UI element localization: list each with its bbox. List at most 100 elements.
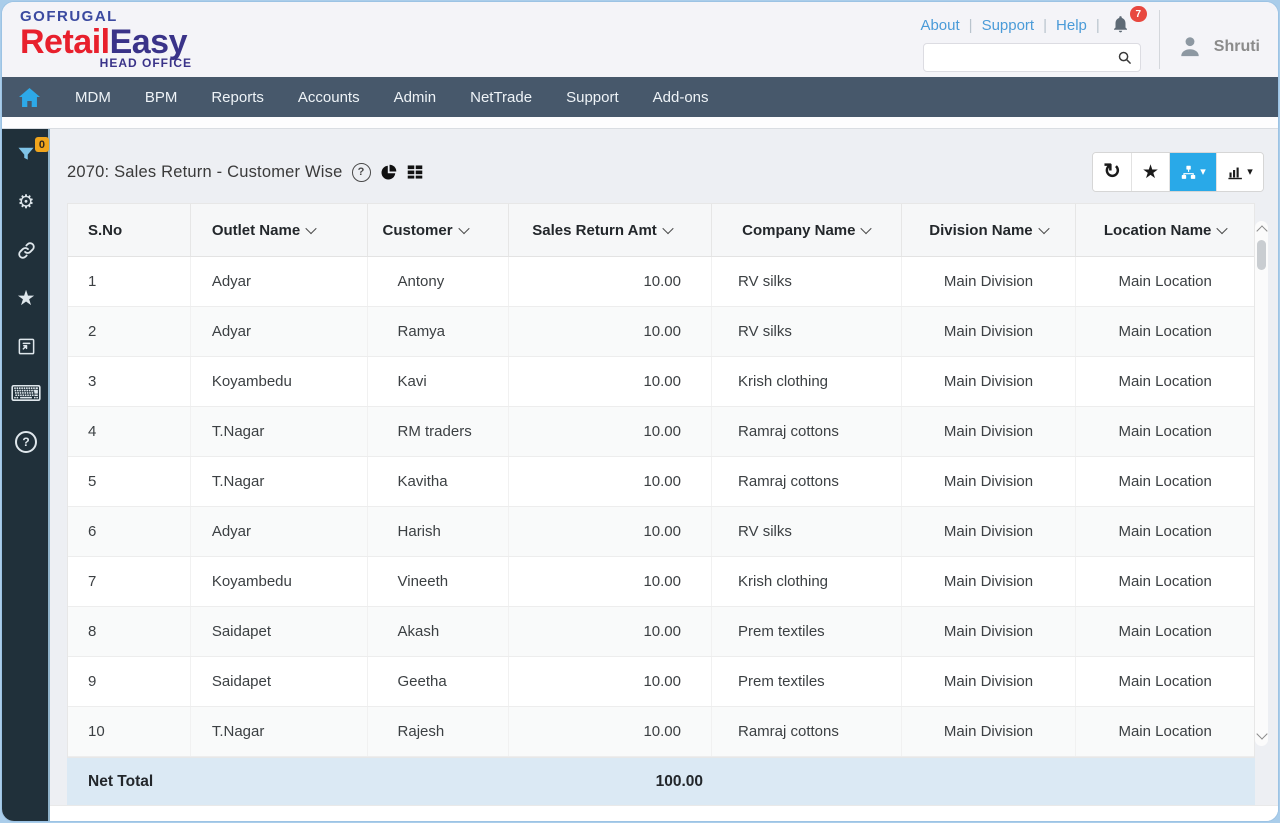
column-label: Outlet Name [211,221,301,239]
header-link-support[interactable]: Support [982,17,1035,34]
refresh-button[interactable]: ↻ [1093,153,1131,191]
table-grid-icon[interactable] [406,164,424,180]
table-cell: Main Division [902,707,1077,756]
table-cell: Ramraj cottons [712,457,902,506]
table-cell: Adyar [191,507,368,556]
table-cell: Koyambedu [191,557,368,606]
link-icon [17,241,35,259]
table-cell: 10.00 [509,607,712,656]
scroll-up-icon[interactable] [1255,225,1268,237]
global-search[interactable] [922,43,1141,72]
table-cell: RV silks [712,507,902,556]
user-menu[interactable]: Shruti [1176,2,1260,77]
table-scrollbar[interactable] [1255,221,1268,746]
nav-item-bpm[interactable]: BPM [145,89,178,106]
favorites-button[interactable]: ★ [15,287,37,310]
table-cell: RV silks [712,257,902,306]
home-button[interactable] [18,87,41,108]
column-dropdown-icon[interactable] [662,222,674,235]
column-label: Customer [382,221,453,239]
nav-item-admin[interactable]: Admin [394,89,437,106]
search-input[interactable] [931,48,1117,67]
column-dropdown-icon[interactable] [457,222,470,235]
table-cell: 5 [68,457,191,506]
table-cell: Saidapet [191,657,368,706]
table-cell: Main Division [902,257,1077,306]
table-cell: Main Division [902,357,1077,406]
nav-item-nettrade[interactable]: NetTrade [470,89,532,106]
table-row[interactable]: 6 Adyar Harish 10.00 RV silks Main Division Ma… [68,507,1254,557]
column-dropdown-icon[interactable] [305,222,317,235]
table-cell: Geetha [368,657,510,706]
filter-button[interactable]: 0 [15,137,49,165]
table-cell: Akash [368,607,510,656]
scrollbar-thumb[interactable] [1257,240,1266,270]
column-dropdown-icon[interactable] [1037,222,1050,235]
table-row[interactable]: 2 Adyar Ramya 10.00 RV silks Main Division Mai… [68,307,1254,357]
nav-item-support[interactable]: Support [566,89,619,106]
table-cell: Adyar [191,307,368,356]
chart-view-button[interactable]: ▾ [1216,153,1263,191]
pie-chart-icon[interactable] [380,164,397,181]
table-row[interactable]: 1 Adyar Antony 10.00 RV silks Main Division Ma… [68,257,1254,307]
table-cell: Saidapet [191,607,368,656]
keyboard-button[interactable]: ⌨ [10,381,42,406]
search-icon[interactable] [1117,49,1132,66]
table-cell: 1 [68,257,191,306]
report-help-icon[interactable]: ? [351,162,371,182]
logo-brand-text: GOFRUGAL [20,8,118,25]
hierarchy-view-button[interactable]: ▾ [1169,153,1216,191]
column-label: Division Name [929,221,1033,239]
settings-button[interactable]: ⚙ [15,191,37,213]
bar-chart-icon [1228,167,1243,179]
table-cell: Main Location [1118,523,1212,540]
table-row[interactable]: 4 T.Nagar RM traders 10.00 Ramraj cottons Mai… [68,407,1254,457]
nav-substrip [2,117,1278,129]
table-cell: Prem textiles [712,657,902,706]
user-name: Shruti [1213,37,1260,55]
column-label: Company Name [742,221,856,239]
column-header-location-name: Location Name [1076,204,1254,256]
help-button[interactable]: ? [15,431,37,453]
table-row[interactable]: 5 T.Nagar Kavitha 10.00 Ramraj cottons Main D… [68,457,1254,507]
table-cell: Main Location [1118,573,1212,590]
header-link-about[interactable]: About [920,17,959,34]
caret-down-icon: ▾ [1247,165,1253,178]
link-button[interactable] [15,239,37,261]
table-cell: Kavitha [368,457,510,506]
table-cell: Krish clothing [712,357,902,406]
column-dropdown-icon[interactable] [1216,222,1229,235]
table-cell: Main Division [902,457,1077,506]
main-content: 2070: Sales Return - Customer Wise ? ↻ ★… [50,129,1278,821]
nav-item-mdm[interactable]: MDM [75,89,111,106]
scroll-down-icon[interactable] [1255,728,1268,740]
filter-badge: 0 [34,137,49,152]
column-label: Sales Return Amt [532,221,657,239]
filter-icon [18,147,34,160]
report-table: S.No Outlet Name Customer Sales Return Amt C… [67,203,1268,805]
table-cell: Main Division [902,407,1077,456]
nav-item-reports[interactable]: Reports [211,89,264,106]
table-cell: T.Nagar [191,407,368,456]
column-dropdown-icon[interactable] [860,222,873,235]
favorite-button[interactable]: ★ [1131,153,1169,191]
table-row[interactable]: 7 Koyambedu Vineeth 10.00 Krish clothing Main… [68,557,1254,607]
nav-item-add-ons[interactable]: Add-ons [653,89,709,106]
table-row[interactable]: 10 T.Nagar Rajesh 10.00 Ramraj cottons Main D… [68,707,1254,757]
table-row[interactable]: 3 Koyambedu Kavi 10.00 Krish clothing Main Di… [68,357,1254,407]
table-cell: Main Division [902,507,1077,556]
table-cell: Main Location [1118,723,1212,740]
header-link-help[interactable]: Help [1056,17,1087,34]
notifications-button[interactable]: 7 [1111,6,1147,36]
table-cell: Main Location [1118,623,1212,640]
table-cell: 10.00 [509,507,712,556]
header-links: About | Support | Help | 7 [920,6,1147,36]
table-cell: 2 [68,307,191,356]
report-window-button[interactable] [15,335,37,357]
table-row[interactable]: 9 Saidapet Geetha 10.00 Prem textiles Main Di… [68,657,1254,707]
table-cell: Vineeth [368,557,510,606]
nav-item-accounts[interactable]: Accounts [298,89,360,106]
table-cell: 8 [68,607,191,656]
table-row[interactable]: 8 Saidapet Akash 10.00 Prem textiles Main Div… [68,607,1254,657]
table-cell: Main Location [1118,323,1212,340]
